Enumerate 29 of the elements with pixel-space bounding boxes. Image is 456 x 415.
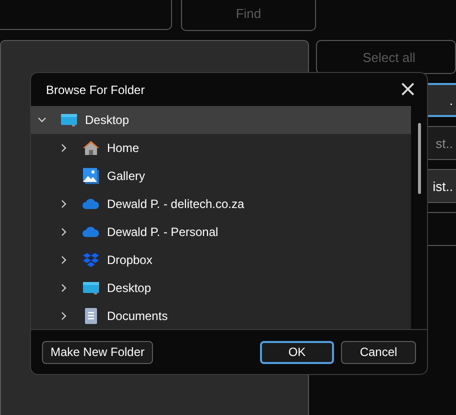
dialog-button[interactable]: OK xyxy=(260,340,334,364)
house-icon xyxy=(81,140,101,156)
dialog-button[interactable]: Cancel xyxy=(341,340,416,364)
chevron-icon[interactable] xyxy=(59,283,69,293)
tree-item[interactable]: Dropbox xyxy=(31,246,412,274)
tree-item[interactable]: Dewald P. - delitech.co.za xyxy=(31,190,412,218)
chevron-icon[interactable] xyxy=(59,227,69,237)
monitor-icon xyxy=(59,113,79,127)
cloud-icon xyxy=(81,226,101,238)
monitor-icon xyxy=(81,281,101,295)
tree-item[interactable]: Desktop xyxy=(31,106,412,134)
tree-item[interactable]: Gallery xyxy=(31,162,412,190)
chevron-icon[interactable] xyxy=(59,143,69,153)
chevron-icon[interactable] xyxy=(59,255,69,265)
tree-item[interactable]: Dewald P. - Personal xyxy=(31,218,412,246)
chevron-icon[interactable] xyxy=(37,115,47,125)
scrollbar-thumb[interactable] xyxy=(418,123,421,194)
tree-item[interactable]: Desktop xyxy=(31,274,412,302)
dialog-title: Browse For Folder xyxy=(46,82,145,96)
dialog-button[interactable]: Make New Folder xyxy=(42,340,153,364)
tree-item[interactable]: Documents xyxy=(31,302,412,329)
chevron-icon[interactable] xyxy=(59,199,69,209)
picture-icon xyxy=(81,167,101,185)
close-button[interactable]: × xyxy=(388,78,427,102)
cloud-icon xyxy=(81,198,101,210)
chevron-icon[interactable] xyxy=(59,311,69,321)
boxes-icon xyxy=(81,252,101,268)
input-field[interactable] xyxy=(0,0,172,30)
tree-item[interactable]: Home xyxy=(31,134,412,162)
